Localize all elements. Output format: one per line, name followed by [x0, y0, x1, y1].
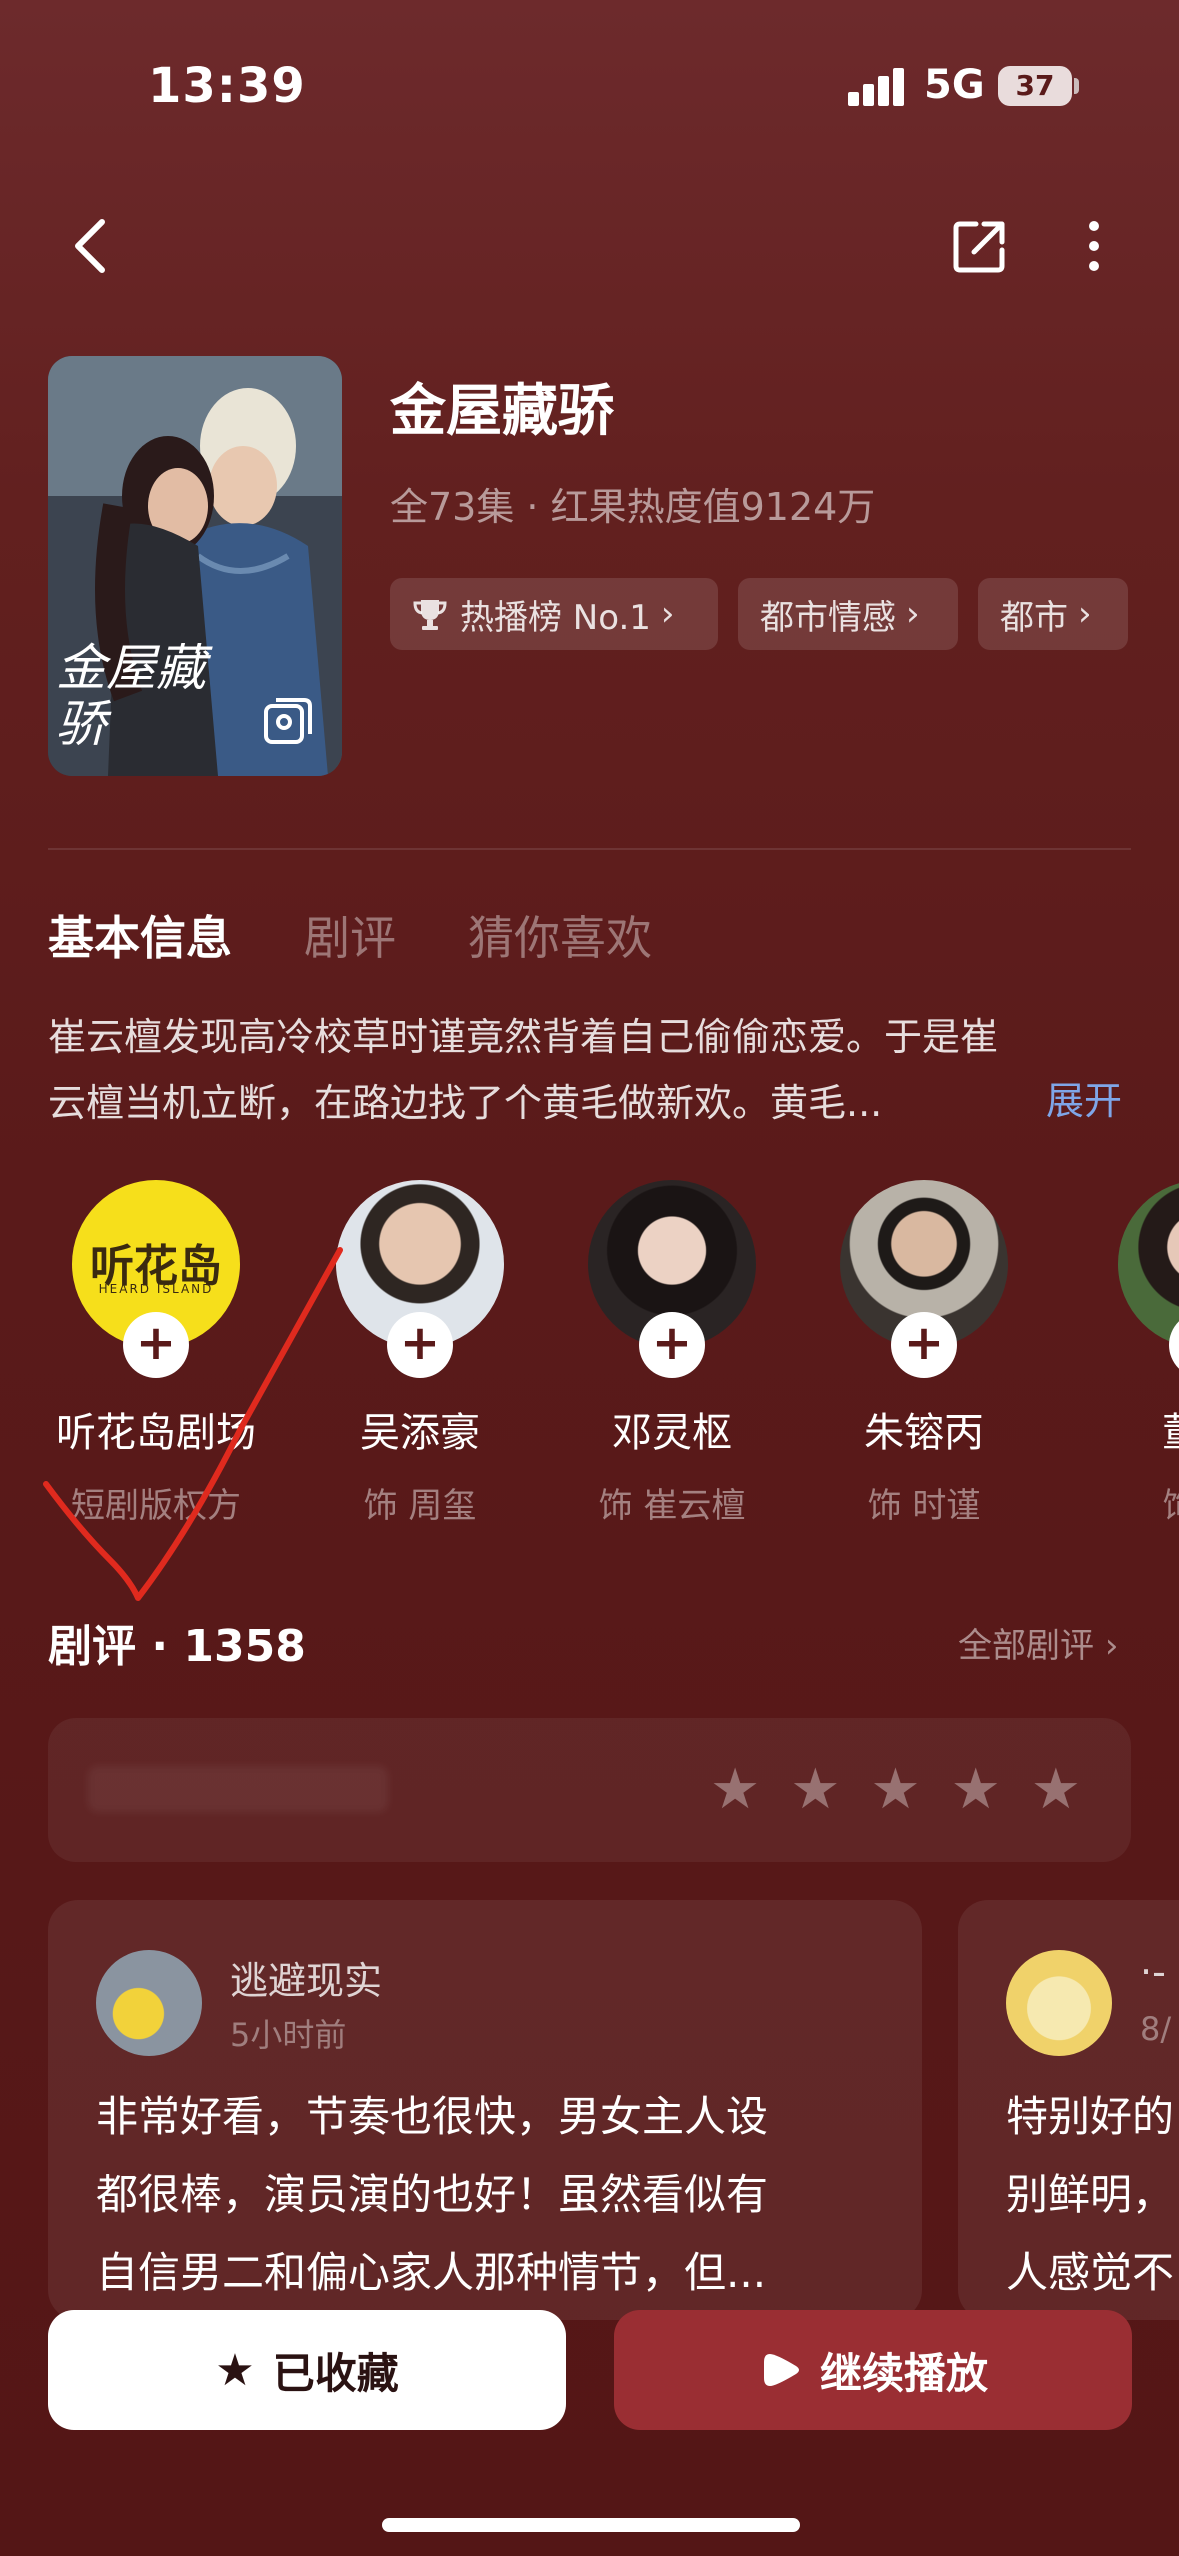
back-button[interactable]: [50, 206, 130, 286]
battery-tip: [1074, 78, 1079, 94]
review-line: 自信男二和偏心家人那种情节，但...: [96, 2248, 767, 2297]
tag-urban[interactable]: 都市 ›: [978, 578, 1128, 650]
avatar: [96, 1950, 202, 2056]
follow-button[interactable]: +: [1169, 1312, 1179, 1378]
follow-button[interactable]: +: [639, 1312, 705, 1378]
avatar: +: [336, 1180, 504, 1378]
play-label: 继续播放: [819, 2348, 988, 2398]
review-user: 逃避现实: [230, 1959, 383, 2003]
favorite-label: 已收藏: [272, 2348, 399, 2398]
review-line: 特别好的: [1006, 2092, 1175, 2141]
rating-stars: ★ ★ ★ ★ ★: [710, 1758, 1081, 1822]
cast-role: 饰 时谨: [867, 1486, 981, 1526]
cast-item[interactable]: + 邓灵枢 饰 崔云檀: [562, 1180, 782, 1527]
reviews-title: 剧评 · 1358: [48, 1621, 306, 1672]
description-line: 崔云檀发现高冷校草时谨竟然背着自己偷偷恋爱。于是崔: [48, 1015, 999, 1059]
review-time: 5小时前: [230, 2016, 347, 2054]
home-indicator: [382, 2518, 800, 2532]
follow-button[interactable]: +: [387, 1312, 453, 1378]
cast-name: 朱镕丙: [864, 1410, 984, 1456]
star-icon[interactable]: ★: [870, 1758, 920, 1822]
description-line: 云檀当机立断，在路边找了个黄毛做新欢。黄毛...: [48, 1081, 883, 1125]
avatar: [1006, 1950, 1112, 2056]
favorite-button[interactable]: ★ 已收藏: [48, 2310, 566, 2430]
avatar: +: [588, 1180, 756, 1378]
divider: [48, 848, 1131, 850]
cast-name: 董雨: [1092, 1400, 1179, 1458]
poster-title: 金屋藏骄: [56, 639, 206, 753]
cast-name: 邓灵枢: [612, 1410, 732, 1456]
all-reviews-label: 全部剧评: [958, 1626, 1094, 1666]
chevron-right-icon: ›: [906, 594, 920, 634]
chevron-right-icon: ›: [660, 594, 675, 634]
star-icon[interactable]: ★: [710, 1758, 760, 1822]
rating-prompt-blurred: [88, 1766, 388, 1812]
chevron-left-icon: [75, 219, 105, 273]
avatar: +: [1118, 1180, 1179, 1378]
review-line: 非常好看，节奏也很快，男女主人设: [96, 2092, 769, 2141]
star-icon: ★: [215, 2344, 255, 2396]
trophy-icon: [413, 600, 447, 630]
tag-hot-rank[interactable]: 热播榜 No.1 ›: [390, 578, 718, 650]
checkmark-annotation-icon: [43, 1247, 343, 1601]
show-title: 金屋藏骄: [390, 379, 614, 444]
more-vertical-icon: [1089, 221, 1099, 271]
tag-label: 热播榜 No.1: [460, 597, 651, 638]
signal-icon: [848, 68, 906, 106]
tab-recommend[interactable]: 猜你喜欢: [468, 902, 652, 968]
review-line: 都很棒，演员演的也好！虽然看似有: [96, 2170, 769, 2219]
tab-reviews[interactable]: 剧评: [304, 902, 396, 968]
tag-urban-romance[interactable]: 都市情感 ›: [738, 578, 958, 650]
continue-play-button[interactable]: 继续播放: [614, 2310, 1132, 2430]
gallery-icon[interactable]: [262, 696, 314, 748]
rating-box[interactable]: ★ ★ ★ ★ ★: [48, 1718, 1131, 1862]
review-text: 非常好看，节奏也很快，男女主人设 都很棒，演员演的也好！虽然看似有 自信男二和偏…: [96, 2078, 896, 2312]
star-icon[interactable]: ★: [790, 1758, 840, 1822]
tab-bar: 基本信息 剧评 猜你喜欢: [48, 902, 652, 968]
show-meta: 全73集 · 红果热度值9124万: [390, 485, 876, 529]
share-button[interactable]: [940, 206, 1020, 286]
chevron-right-icon: ›: [1078, 594, 1092, 634]
review-text: 特别好的 别鲜明， 人感觉不: [1006, 2078, 1179, 2312]
star-icon[interactable]: ★: [1031, 1758, 1081, 1822]
review-card[interactable]: ·- 8/ 特别好的 别鲜明， 人感觉不: [958, 1900, 1179, 2320]
star-icon[interactable]: ★: [951, 1758, 1001, 1822]
cast-role: 饰 崔云檀: [598, 1486, 746, 1526]
tag-label: 都市: [1000, 597, 1068, 638]
cast-role: 饰 何: [1092, 1478, 1179, 1527]
share-icon: [953, 221, 1005, 273]
poster-image[interactable]: 金屋藏骄: [48, 356, 342, 776]
avatar: +: [840, 1180, 1008, 1378]
review-card[interactable]: 逃避现实 5小时前 非常好看，节奏也很快，男女主人设 都很棒，演员演的也好！虽然…: [48, 1900, 922, 2320]
review-line: 别鲜明，: [1006, 2170, 1175, 2219]
description: 崔云檀发现高冷校草时谨竟然背着自己偷偷恋爱。于是崔 云檀当机立断，在路边找了个黄…: [48, 1004, 1138, 1136]
play-icon: [763, 2354, 799, 2386]
all-reviews-link[interactable]: 全部剧评 ›: [958, 1618, 1118, 1667]
more-button[interactable]: [1054, 206, 1134, 286]
follow-button[interactable]: +: [891, 1312, 957, 1378]
status-time: 13:39: [148, 58, 306, 114]
chevron-right-icon: ›: [1104, 1626, 1119, 1666]
review-line: 人感觉不: [1006, 2248, 1175, 2297]
cast-item-clipped[interactable]: + 董雨 饰 何: [1066, 1180, 1179, 1540]
cast-item[interactable]: + 朱镕丙 饰 时谨: [814, 1180, 1034, 1527]
battery-icon: 37: [998, 66, 1072, 106]
review-time: 8/: [1140, 2010, 1172, 2048]
network-label: 5G: [924, 62, 985, 108]
tab-basic-info[interactable]: 基本信息: [48, 902, 232, 968]
review-user: ·-: [1140, 1950, 1166, 1994]
expand-link[interactable]: 展开: [1046, 1070, 1122, 1125]
tag-label: 都市情感: [760, 597, 896, 638]
